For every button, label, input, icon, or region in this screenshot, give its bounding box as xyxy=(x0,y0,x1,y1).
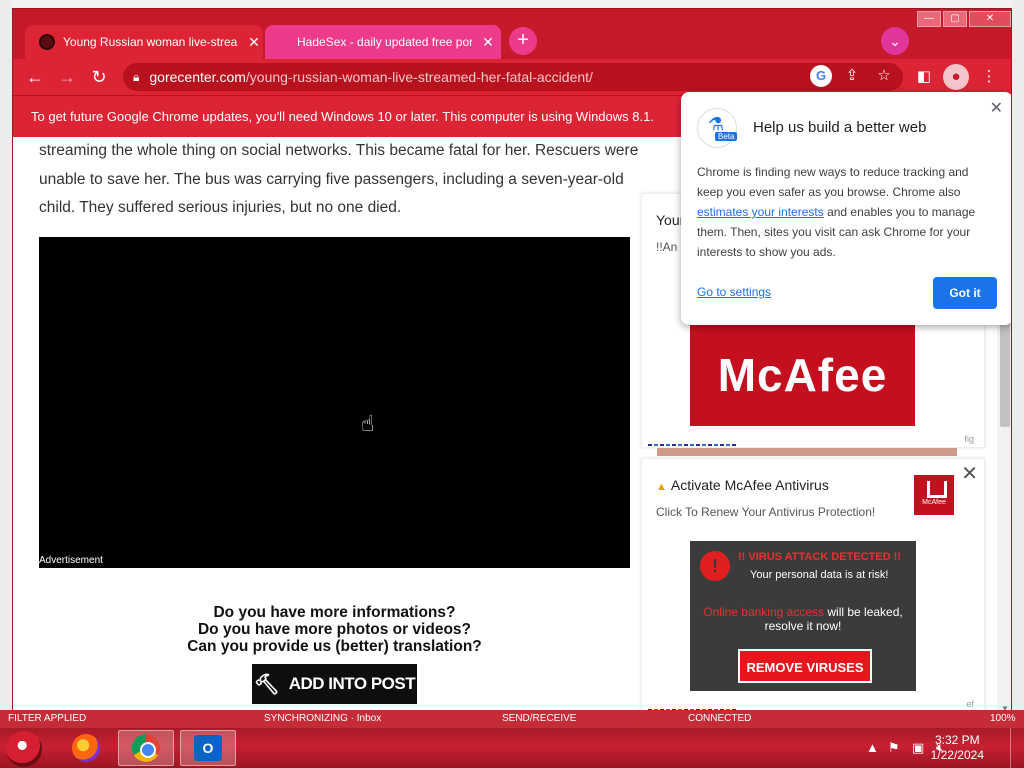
video-advertisement[interactable]: Advertisement ☝ xyxy=(39,237,630,568)
warning-icon: ▲ xyxy=(656,481,667,493)
go-to-settings-link[interactable]: Go to settings xyxy=(697,285,771,299)
network-icon[interactable]: ▣ xyxy=(912,740,924,756)
privacy-sandbox-dialog: ⚗ Beta Help us build a better web ✕ Chro… xyxy=(681,92,1011,325)
clock-date: 1/22/2024 xyxy=(930,748,984,762)
taskbar-clock[interactable]: 3:32 PM 1/22/2024 xyxy=(931,733,984,763)
share-icon[interactable]: ⇪ xyxy=(841,65,863,87)
lock-icon[interactable]: 🔒︎ xyxy=(133,70,139,85)
ad-card-antivirus[interactable]: ✕ ▲ Activate McAfee Antivirus Click To Re… xyxy=(641,458,985,713)
virus-headline: !! VIRUS ATTACK DETECTED !! xyxy=(738,551,901,563)
tab-close-icon[interactable]: ✕ xyxy=(246,34,262,51)
menu-dots-icon[interactable]: ⋮ xyxy=(976,64,1002,90)
outlook-icon: O xyxy=(194,735,222,761)
tab-inactive[interactable]: HadeSex - daily updated free porn ✕ xyxy=(265,25,501,59)
zoom-level: 100% xyxy=(990,713,1016,724)
tab-title: Young Russian woman live-streamed her fa… xyxy=(63,35,238,49)
start-button-icon[interactable] xyxy=(6,731,42,767)
desktop-background-right xyxy=(1012,0,1024,712)
ad-card-title: ▲ Activate McAfee Antivirus xyxy=(656,477,829,493)
dialog-title: Help us build a better web xyxy=(753,119,927,136)
mcafee-banner-image[interactable]: McAfee xyxy=(690,324,915,426)
tab-strip: Young Russian woman live-streamed her fa… xyxy=(13,9,1011,59)
gear-alert-icon: ! xyxy=(700,551,730,581)
ad-mark: ef xyxy=(966,699,974,709)
url-path: /young-russian-woman-live-streamed-her-f… xyxy=(245,69,593,85)
ad-dots-divider xyxy=(648,444,736,446)
question-line: Do you have more photos or videos? xyxy=(197,621,471,638)
ad-mark: fig xyxy=(964,434,974,444)
estimates-interests-link[interactable]: estimates your interests xyxy=(697,205,824,219)
taskbar-outlook[interactable]: O xyxy=(180,730,236,766)
taskbar-chrome[interactable] xyxy=(118,730,174,766)
new-tab-button[interactable]: + xyxy=(509,27,537,55)
address-bar[interactable]: 🔒︎ gorecenter.com/young-russian-woman-li… xyxy=(123,63,903,91)
forward-arrow-icon[interactable]: → xyxy=(53,63,81,91)
maximize-button[interactable]: ▢ xyxy=(943,11,967,27)
action-center-icon[interactable]: ⚑ xyxy=(888,740,900,756)
browser-toolbar: ← → ↻ 🔒︎ gorecenter.com/young-russian-wo… xyxy=(13,59,1011,95)
show-desktop-button[interactable] xyxy=(1010,728,1024,768)
back-arrow-icon[interactable]: ← xyxy=(21,63,49,91)
advertisement-label: Advertisement xyxy=(39,555,103,566)
dialog-body: Chrome is finding new ways to reduce tra… xyxy=(697,162,987,262)
ad-card-title-text: Activate McAfee Antivirus xyxy=(670,477,829,493)
firefox-icon xyxy=(72,734,100,762)
tab-title: HadeSex - daily updated free porn xyxy=(297,35,472,49)
add-into-post-button[interactable]: 🔨︎ ADD INTO POST xyxy=(252,664,417,704)
google-lens-icon[interactable]: G xyxy=(810,65,832,87)
profile-avatar-icon[interactable]: ● xyxy=(943,64,969,90)
ad-card-subtitle: Click To Renew Your Antivirus Protection… xyxy=(656,505,876,519)
beta-tag: Beta xyxy=(715,132,738,141)
tab-search-icon[interactable]: ⌄ xyxy=(881,27,909,55)
ad-card-subtitle: !!An xyxy=(656,240,678,254)
show-hidden-icons-icon[interactable]: ▲ xyxy=(866,740,879,755)
beta-flask-icon: ⚗ Beta xyxy=(697,108,738,148)
got-it-button[interactable]: Got it xyxy=(933,277,997,309)
minimize-button[interactable]: — xyxy=(917,11,941,27)
dialog-body-text: Chrome is finding new ways to reduce tra… xyxy=(697,165,969,199)
filter-status: FILTER APPLIED xyxy=(8,713,87,724)
add-into-post-label: ADD INTO POST xyxy=(288,674,416,693)
thumbnail-strip xyxy=(657,448,957,456)
close-ad-icon[interactable]: ✕ xyxy=(961,461,978,486)
virus-message-red: Online banking access xyxy=(703,605,825,619)
clock-time: 3:32 PM xyxy=(934,733,980,747)
mcafee-logo-icon: McAfee xyxy=(914,475,954,515)
article-text: streaming the whole thing on social netw… xyxy=(39,142,639,216)
connected-status: CONNECTED xyxy=(688,713,752,724)
tab-close-icon[interactable]: ✕ xyxy=(480,34,496,51)
chrome-icon xyxy=(132,734,160,762)
chrome-window: Young Russian woman live-streamed her fa… xyxy=(12,8,1012,714)
tab-active[interactable]: Young Russian woman live-streamed her fa… xyxy=(25,25,263,59)
question-line: Can you provide us (better) translation? xyxy=(187,638,482,655)
windows-taskbar: O ▲ ⚑ ▣ 🔇︎ 3:32 PM 1/22/2024 xyxy=(0,728,1024,768)
dialog-close-icon[interactable]: ✕ xyxy=(990,98,1003,118)
virus-warning-image[interactable]: ! !! VIRUS ATTACK DETECTED !! Your perso… xyxy=(690,541,916,691)
question-line: Do you have more informations? xyxy=(213,604,456,621)
taskbar-firefox[interactable] xyxy=(58,730,114,766)
sync-status: SYNCHRONIZING · Inbox xyxy=(264,713,382,724)
outlook-status-bar: FILTER APPLIED SYNCHRONIZING · Inbox SEN… xyxy=(0,710,1024,730)
side-panel-icon[interactable]: ◧ xyxy=(911,64,937,90)
system-tray: ▲ ⚑ ▣ 🔇︎ 3:32 PM 1/22/2024 xyxy=(844,728,1024,768)
virus-subline: Your personal data is at risk! xyxy=(750,569,889,581)
hand-cursor-icon: ☝ xyxy=(361,411,375,436)
send-receive-status: SEND/RECEIVE xyxy=(502,713,577,724)
skull-favicon-icon xyxy=(39,34,55,50)
close-window-button[interactable]: ✕ xyxy=(969,11,1011,27)
reload-icon[interactable]: ↻ xyxy=(85,63,113,91)
bookmark-star-icon[interactable]: ☆ xyxy=(873,65,895,87)
virus-message: Online banking access will be leaked, re… xyxy=(690,605,916,633)
desktop-background-left xyxy=(0,0,12,712)
url-domain: gorecenter.com xyxy=(149,69,246,85)
contribution-questions: Do you have more informations? Do you ha… xyxy=(39,604,630,655)
hammer-icon: 🔨︎ xyxy=(253,673,279,696)
remove-viruses-button[interactable]: REMOVE VIRUSES xyxy=(738,649,872,683)
